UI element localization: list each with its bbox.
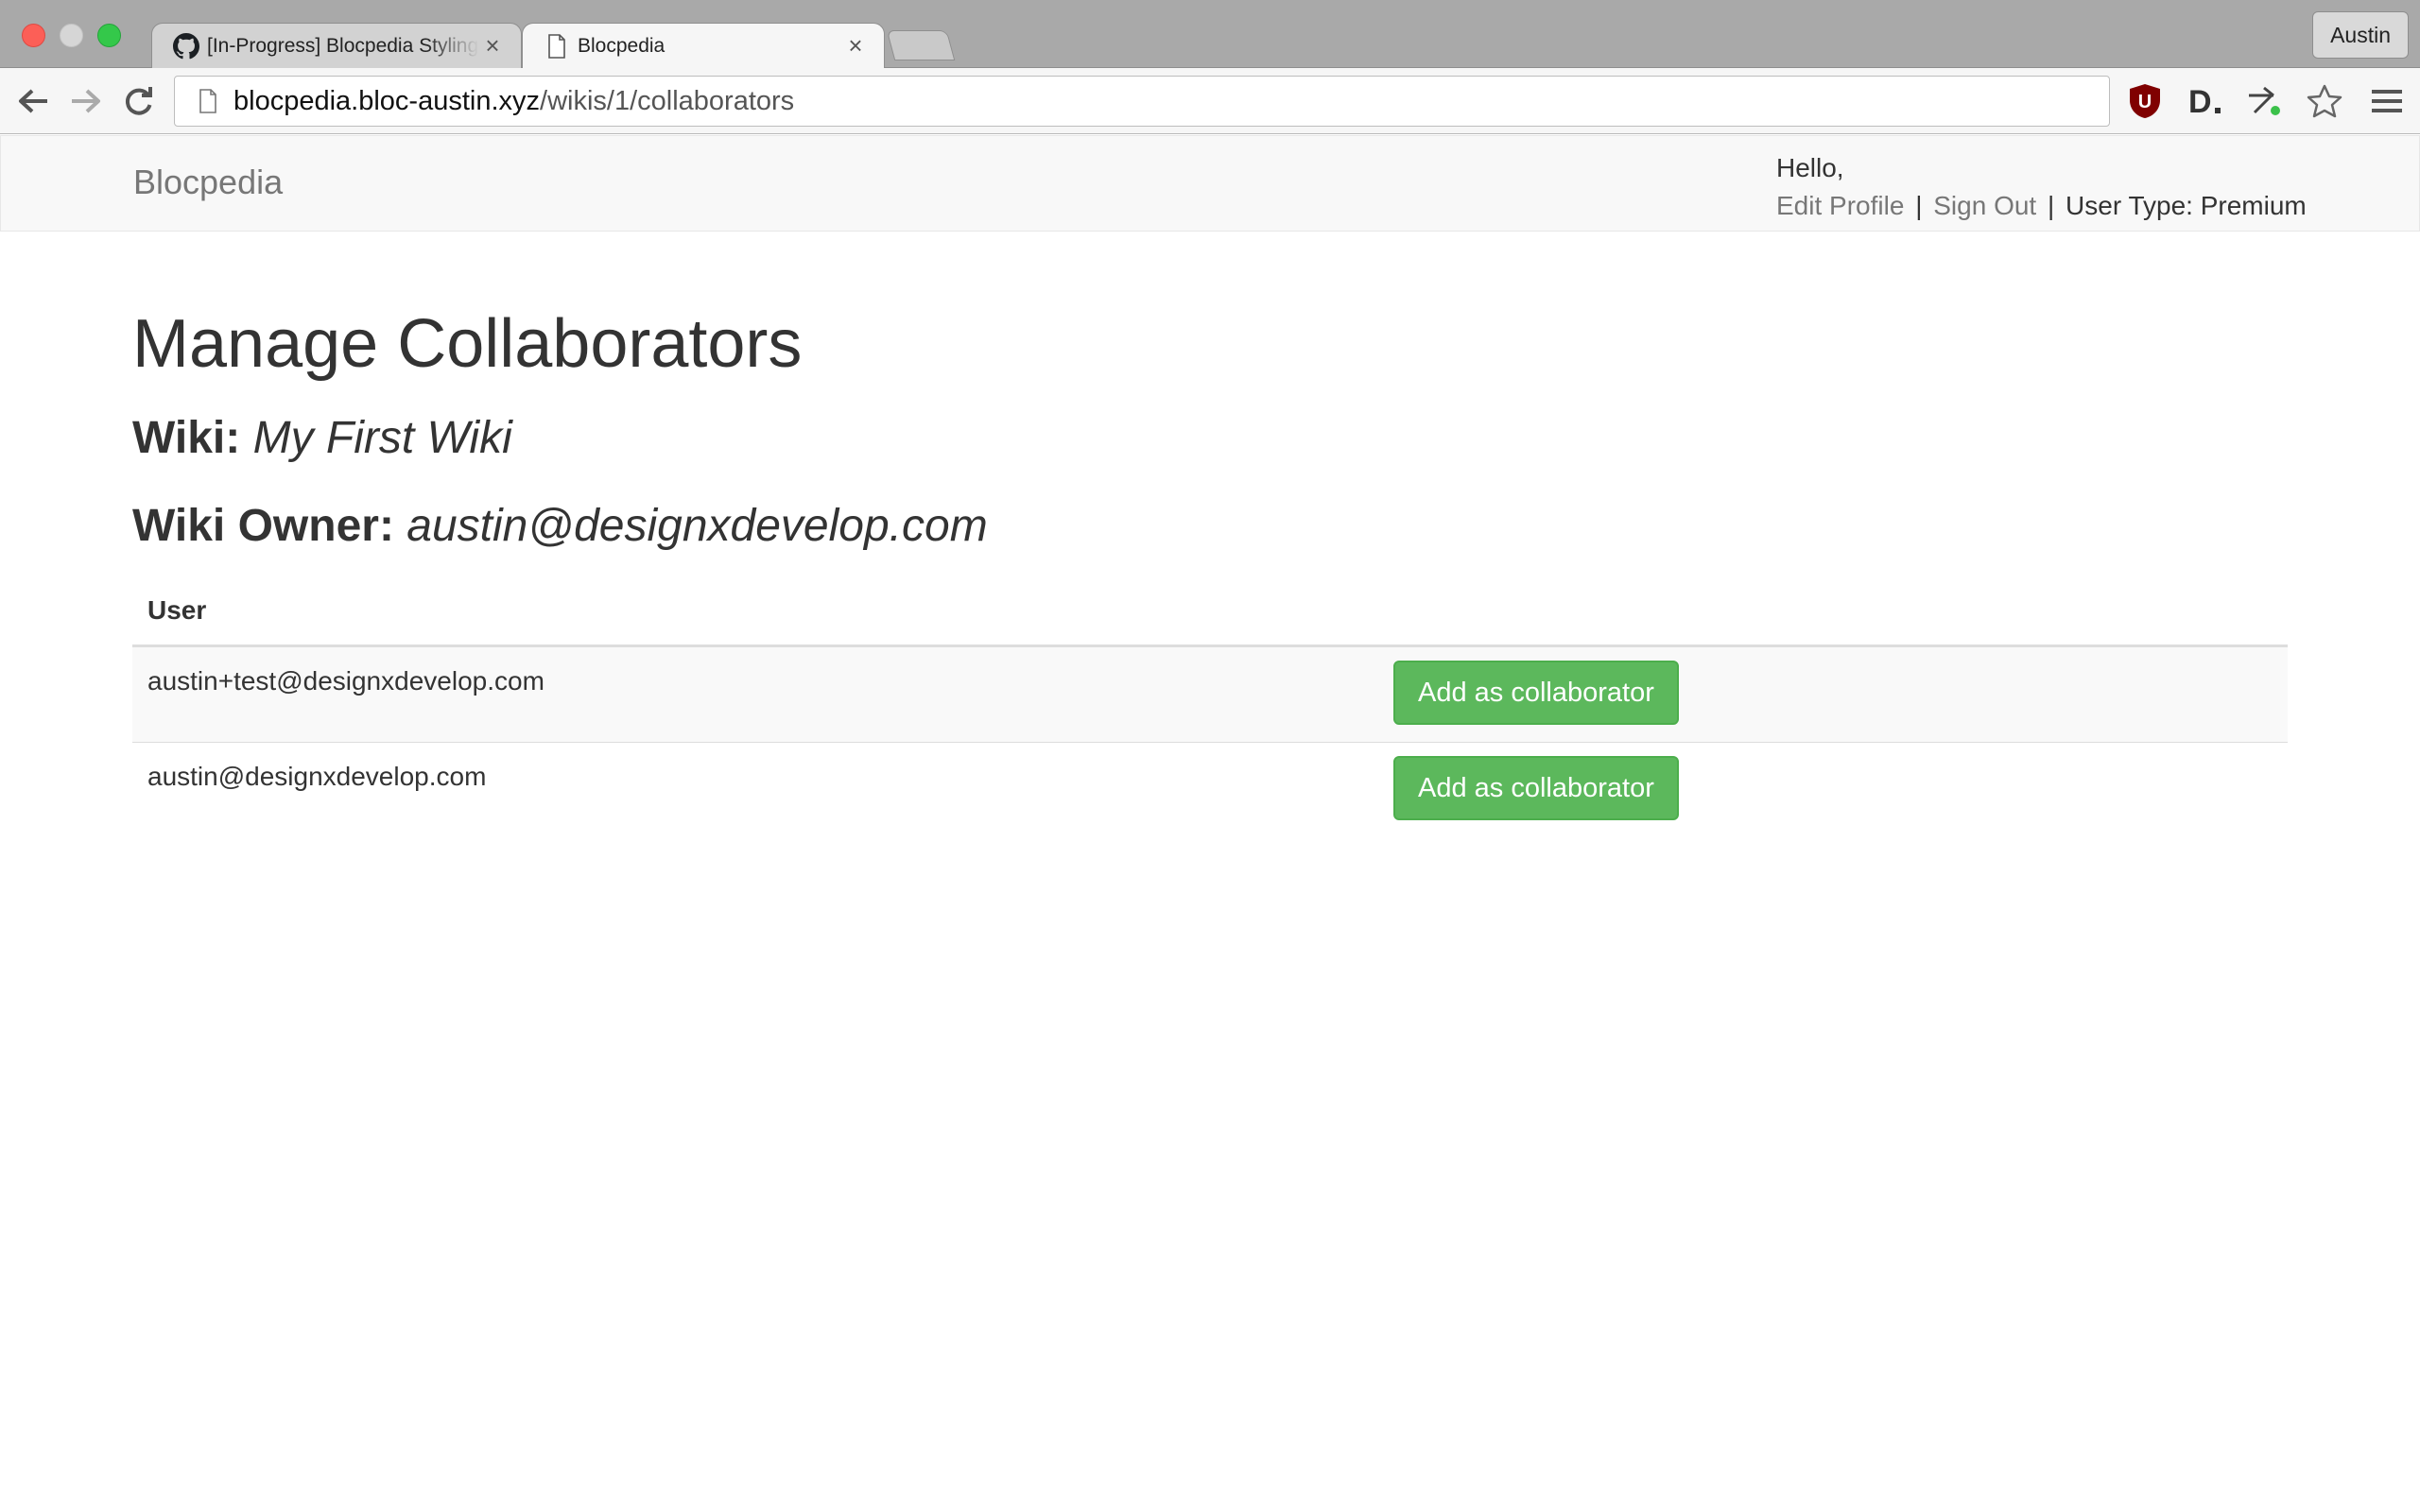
user-email: austin+test@designxdevelop.com (132, 644, 1378, 743)
action-cell: Add as collaborator (1378, 644, 2288, 743)
user-type-text: User Type: Premium (2066, 191, 2307, 220)
window-maximize-button[interactable] (97, 24, 121, 47)
reload-icon[interactable] (119, 81, 159, 121)
greeting-text: Hello, (1776, 153, 1844, 182)
edit-profile-link[interactable]: Edit Profile (1776, 191, 1904, 220)
wiki-name: My First Wiki (252, 413, 512, 464)
table-row: austin+test@designxdevelop.com Add as co… (132, 644, 2288, 743)
page-icon (186, 89, 230, 113)
add-collaborator-button[interactable]: Add as collaborator (1393, 660, 1679, 725)
window-minimize-button[interactable] (60, 24, 83, 47)
browser-tab-github[interactable]: [In-Progress] Blocpedia Styling × (151, 23, 522, 68)
users-table: User austin+test@designxdevelop.com Add … (132, 583, 2288, 839)
address-bar[interactable]: blocpedia.bloc-austin.xyz/wikis/1/collab… (174, 76, 2110, 127)
user-email: austin@designxdevelop.com (132, 741, 1378, 839)
url-host: blocpedia.bloc-austin.xyz (233, 85, 541, 116)
page-title: Manage Collaborators (132, 306, 803, 382)
close-tab-icon[interactable]: × (479, 31, 506, 60)
forward-icon[interactable] (66, 81, 106, 121)
ublock-icon[interactable]: U (2125, 81, 2165, 121)
tab-title: [In-Progress] Blocpedia Styling (207, 34, 479, 57)
add-collaborator-button[interactable]: Add as collaborator (1393, 755, 1679, 820)
svg-text:U: U (2138, 92, 2152, 112)
page-icon (542, 31, 572, 61)
browser-toolbar: blocpedia.bloc-austin.xyz/wikis/1/collab… (0, 68, 2420, 134)
separator: | (1915, 191, 1923, 220)
column-header-action (1378, 583, 2288, 647)
wiki-heading: Wiki: My First Wiki (132, 413, 2288, 464)
new-tab-button[interactable] (886, 30, 956, 60)
menu-icon[interactable] (2367, 81, 2407, 121)
sign-out-link[interactable]: Sign Out (1933, 191, 2036, 220)
brand-link[interactable]: Blocpedia (133, 163, 283, 202)
url-path: /wikis/1/collaborators (540, 85, 795, 116)
separator: | (2047, 191, 2055, 220)
close-tab-icon[interactable]: × (842, 31, 869, 60)
owner-label: Wiki Owner: (132, 500, 394, 551)
bookmark-star-icon[interactable] (2305, 81, 2344, 121)
browser-tab-strip: [In-Progress] Blocpedia Styling × Blocpe… (0, 0, 2420, 68)
wiki-owner-heading: Wiki Owner: austin@designxdevelop.com (132, 500, 2288, 552)
back-icon[interactable] (13, 81, 53, 121)
user-nav: Hello, Edit Profile | Sign Out | User Ty… (1776, 149, 2307, 225)
svg-text:D: D (2188, 84, 2212, 118)
browser-tab-blocpedia[interactable]: Blocpedia × (522, 23, 885, 68)
column-header-user: User (132, 583, 1378, 647)
profile-button[interactable]: Austin (2312, 11, 2409, 59)
tab-title: Blocpedia (578, 34, 666, 57)
wiki-label: Wiki: (132, 413, 241, 464)
window-close-button[interactable] (22, 24, 45, 47)
action-cell: Add as collaborator (1378, 741, 2288, 839)
main-content: Manage Collaborators Wiki: My First Wiki… (132, 232, 2288, 839)
table-row: austin@designxdevelop.com Add as collabo… (132, 741, 2288, 839)
github-icon (171, 31, 201, 61)
tool-extension-icon[interactable] (2244, 81, 2284, 121)
d-extension-icon[interactable]: D (2186, 81, 2225, 121)
site-navbar: Blocpedia Hello, Edit Profile | Sign Out… (0, 135, 2420, 232)
owner-email: austin@designxdevelop.com (406, 500, 988, 551)
